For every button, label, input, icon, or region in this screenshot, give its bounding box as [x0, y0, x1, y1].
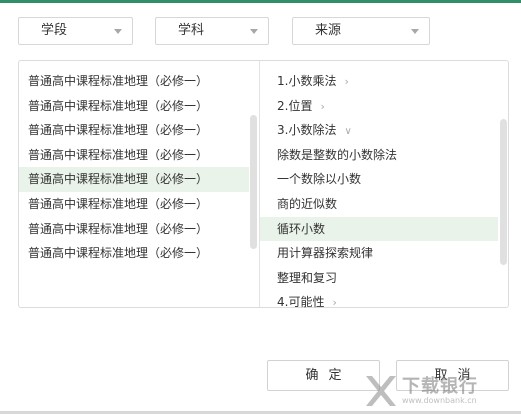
textbook-list-item[interactable]: 普通高中课程标准地理（必修一） — [19, 69, 249, 94]
chapter-tree-item-label: 2.位置 — [277, 98, 313, 113]
chapter-tree-item-label: 1.小数乘法 — [277, 74, 337, 88]
chapter-tree-item-label: 3.小数除法 — [277, 123, 337, 138]
subject-select[interactable]: 学科 — [155, 17, 269, 45]
textbook-list-item[interactable]: 普通高中课程标准地理（必修一） — [19, 217, 249, 242]
top-accent-bar — [0, 0, 521, 3]
chapter-tree-item[interactable]: 4.可能性 › — [260, 290, 498, 315]
chapter-tree-item[interactable]: 循环小数 — [260, 216, 498, 242]
textbook-list-item-label: 普通高中课程标准地理（必修一） — [28, 221, 209, 236]
textbook-list: 普通高中课程标准地理（必修一） 普通高中课程标准地理（必修一） 普通高中课程标准地理… — [19, 69, 249, 266]
stage-select-label: 学段 — [41, 23, 68, 38]
chapter-tree-item-label: 4.可能性 — [277, 295, 325, 310]
textbook-list-item-label: 普通高中课程标准地理（必修一） — [28, 147, 209, 162]
chapter-tree-item[interactable]: 一个数除以小数 — [260, 167, 498, 192]
watermark-subtext: www.downbank.cn — [402, 396, 477, 405]
textbook-list-item[interactable]: 普通高中课程标准地理（必修一） — [19, 94, 249, 119]
chapter-tree-item-label: 除数是整数的小数除法 — [277, 147, 398, 162]
chapter-tree-item-label: 商的近似数 — [277, 196, 338, 211]
subject-select-label: 学科 — [178, 23, 205, 38]
watermark-logo: 下载银行 www.downbank.cn — [362, 370, 518, 412]
chapter-tree-item[interactable]: 除数是整数的小数除法 — [260, 143, 498, 168]
textbook-list-item-label: 普通高中课程标准地理（必修一） — [28, 196, 209, 211]
chapter-tree-item[interactable]: 商的近似数 — [260, 192, 498, 217]
chapter-tree-item-label: 一个数除以小数 — [277, 172, 362, 187]
chapter-tree-item[interactable]: 1.小数乘法 › — [260, 69, 498, 94]
textbook-list-item-label: 普通高中课程标准地理（必修一） — [28, 74, 209, 88]
chapter-tree-item[interactable]: 3.小数除法 ∨ — [260, 118, 498, 143]
selection-panel: 普通高中课程标准地理（必修一） 普通高中课程标准地理（必修一） 普通高中课程标准地理… — [18, 60, 509, 309]
source-select-label: 来源 — [315, 23, 342, 38]
textbook-list-item-label: 普通高中课程标准地理（必修一） — [28, 98, 209, 113]
caret-down-icon — [114, 29, 122, 34]
caret-down-icon — [250, 29, 258, 34]
chapter-tree-item[interactable]: 整理和复习 — [260, 266, 498, 291]
chevron-right-icon[interactable]: › — [320, 95, 324, 120]
chapter-tree-item[interactable]: 2.位置 › — [260, 94, 498, 119]
textbook-list-scrollbar[interactable] — [250, 115, 257, 249]
stage-select[interactable]: 学段 — [18, 17, 133, 45]
chapter-tree-item-label: 用计算器探索规律 — [277, 246, 374, 261]
caret-down-icon — [411, 29, 419, 34]
textbook-list-item-label: 普通高中课程标准地理（必修一） — [28, 123, 209, 138]
watermark-x-icon — [366, 376, 396, 406]
textbook-list-item[interactable]: 普通高中课程标准地理（必修一） — [19, 241, 249, 266]
chapter-tree-item-label: 循环小数 — [277, 221, 326, 236]
textbook-list-item-label: 普通高中课程标准地理（必修一） — [28, 246, 209, 261]
chevron-right-icon[interactable]: › — [332, 291, 336, 316]
chapter-tree-scrollbar[interactable] — [500, 119, 507, 265]
source-select[interactable]: 来源 — [292, 17, 430, 45]
chevron-down-icon[interactable]: ∨ — [344, 120, 351, 145]
watermark-text: 下载银行 — [402, 376, 478, 397]
chapter-tree-item-label: 整理和复习 — [277, 270, 338, 285]
textbook-list-item[interactable]: 普通高中课程标准地理（必修一） — [19, 118, 249, 143]
textbook-list-item[interactable]: 普通高中课程标准地理（必修一） — [19, 143, 249, 168]
textbook-list-item-label: 普通高中课程标准地理（必修一） — [28, 172, 209, 187]
textbook-list-item[interactable]: 普通高中课程标准地理（必修一） — [19, 192, 249, 217]
chevron-right-icon[interactable]: › — [344, 70, 348, 95]
chapter-tree: 1.小数乘法 › 2.位置 › 3.小数除法 ∨ 除数是整数的小数除法 一个数除以小数 商的近似… — [260, 69, 498, 315]
chapter-tree-item[interactable]: 用计算器探索规律 — [260, 241, 498, 266]
textbook-list-item[interactable]: 普通高中课程标准地理（必修一） — [19, 167, 249, 192]
